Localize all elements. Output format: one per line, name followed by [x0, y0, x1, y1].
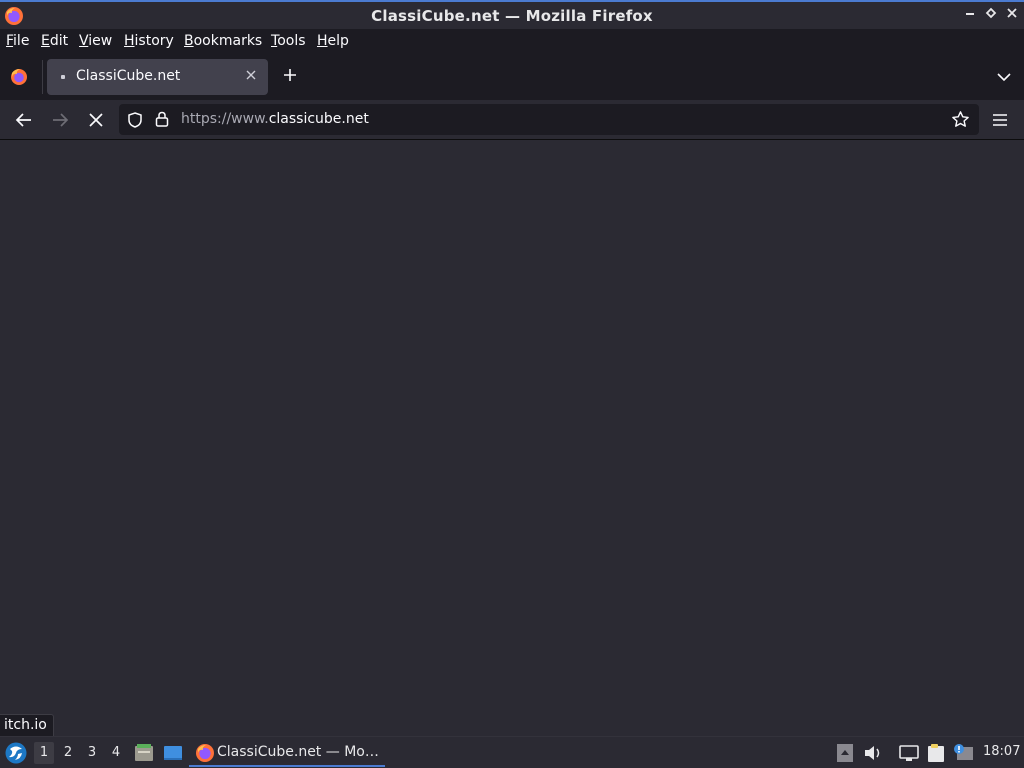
workspace-2[interactable]: 2 [58, 742, 78, 764]
close-icon [246, 70, 256, 80]
notification-icon[interactable] [952, 743, 974, 763]
menu-view[interactable]: View [79, 33, 112, 49]
tab-separator [42, 60, 43, 94]
menu-bar: File Edit View History Bookmarks Tools H… [0, 29, 1024, 54]
url-text[interactable]: https://www.classicube.net [181, 111, 369, 127]
network-icon[interactable] [898, 743, 920, 763]
menu-history[interactable]: History [124, 33, 174, 49]
new-tab-button[interactable] [280, 65, 300, 87]
workspace-1[interactable]: 1 [34, 742, 54, 764]
menu-help[interactable]: Help [317, 33, 349, 49]
tab-strip: ClassiCube.net [0, 54, 1024, 100]
stop-loading-icon[interactable] [85, 109, 107, 131]
plus-icon [284, 69, 296, 81]
close-icon [1007, 8, 1017, 18]
hamburger-menu-icon[interactable] [990, 110, 1010, 130]
loading-indicator-icon [61, 75, 65, 79]
shield-icon[interactable] [126, 111, 144, 129]
tab-classicube[interactable]: ClassiCube.net [47, 59, 268, 95]
workspace-4[interactable]: 4 [106, 742, 126, 764]
menu-bookmarks[interactable]: Bookmarks [184, 33, 262, 49]
desktop-icon[interactable] [162, 742, 184, 764]
start-menu-icon[interactable] [4, 741, 28, 765]
url-bar[interactable]: https://www.classicube.net [119, 104, 979, 135]
taskbar-item-label: ClassiCube.net — Mo… [217, 744, 379, 760]
firefox-icon [196, 744, 214, 762]
menu-tools[interactable]: Tools [271, 33, 306, 49]
clock: 18:07 [983, 744, 1021, 759]
taskbar-item-firefox[interactable]: ClassiCube.net — Mo… [189, 739, 385, 767]
menu-edit[interactable]: Edit [41, 33, 68, 49]
page-content[interactable] [0, 141, 1024, 735]
firefox-view-icon[interactable] [8, 66, 30, 88]
file-manager-icon[interactable] [133, 742, 155, 764]
lock-icon[interactable] [154, 110, 170, 128]
minimize-button[interactable] [962, 7, 978, 23]
tray-up-arrow-icon[interactable] [834, 743, 856, 763]
volume-icon[interactable] [862, 743, 884, 763]
maximize-button[interactable] [983, 7, 999, 23]
forward-arrow-icon[interactable] [49, 109, 71, 131]
chevron-down-icon[interactable] [994, 67, 1014, 87]
close-button[interactable] [1004, 7, 1020, 23]
workspace-3[interactable]: 3 [82, 742, 102, 764]
bookmark-star-icon[interactable] [951, 110, 970, 129]
maximize-icon [985, 7, 997, 19]
tab-close-button[interactable] [242, 67, 260, 85]
back-arrow-icon[interactable] [13, 109, 35, 131]
taskbar: 1 2 3 4 ClassiCube.net — Mo… 18:07 [0, 736, 1024, 768]
window-title: ClassiCube.net — Mozilla Firefox [371, 7, 653, 25]
minimize-icon [966, 13, 974, 15]
clipboard-icon[interactable] [925, 743, 947, 763]
menu-file[interactable]: File [6, 33, 29, 49]
navigation-toolbar: https://www.classicube.net [0, 100, 1024, 140]
window-titlebar: ClassiCube.net — Mozilla Firefox [0, 0, 1024, 29]
status-panel: itch.io [0, 714, 54, 736]
tab-title: ClassiCube.net [76, 68, 181, 84]
